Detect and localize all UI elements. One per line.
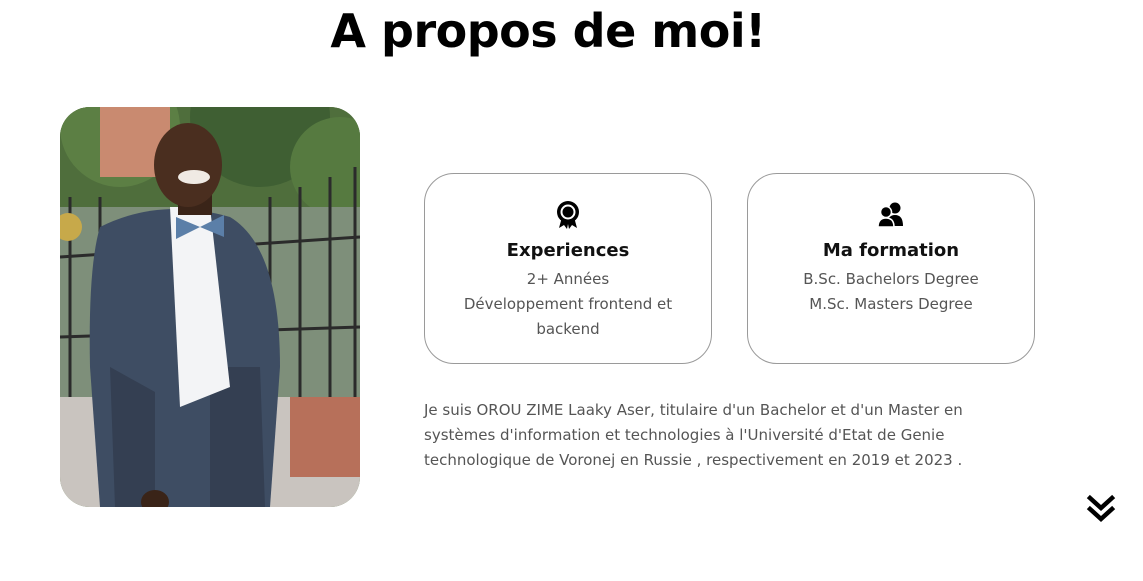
- award-icon: [425, 201, 711, 229]
- experience-line: 2+ Années: [526, 270, 610, 288]
- bio-paragraph: Je suis OROU ZIME Laaky Aser, titulaire …: [424, 401, 963, 469]
- experience-card-text: 2+ Années Développement frontend et back…: [445, 267, 691, 342]
- experience-line: Développement frontend et backend: [463, 295, 673, 338]
- users-icon: [748, 201, 1034, 229]
- page-title: A propos de moi!: [330, 4, 766, 58]
- profile-photo-illustration: [60, 107, 360, 507]
- double-chevron-down-icon[interactable]: [1086, 494, 1116, 524]
- experience-card: Experiences 2+ Années Développement fron…: [424, 173, 712, 364]
- education-card-title: Ma formation: [822, 240, 960, 261]
- experience-card-title: Experiences: [506, 240, 630, 261]
- profile-photo: [60, 107, 360, 507]
- education-line: M.Sc. Masters Degree: [809, 295, 973, 313]
- education-card-text: B.Sc. Bachelors Degree M.Sc. Masters Deg…: [768, 267, 1014, 317]
- education-card: Ma formation B.Sc. Bachelors Degree M.Sc…: [747, 173, 1035, 364]
- education-line: B.Sc. Bachelors Degree: [803, 270, 979, 288]
